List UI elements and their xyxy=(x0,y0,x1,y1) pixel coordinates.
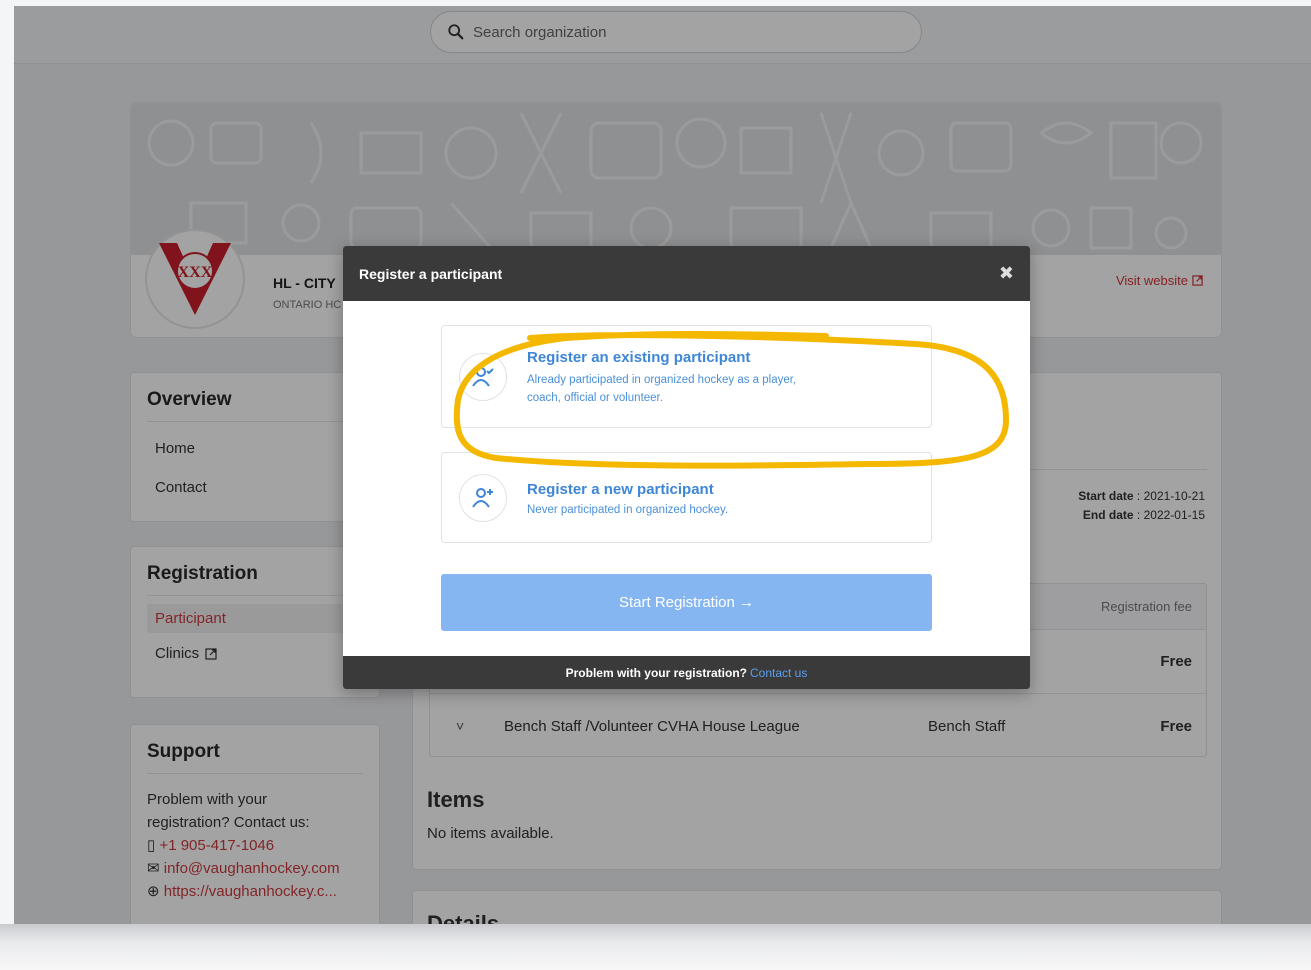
option-existing-participant[interactable]: Register an existing participant Already… xyxy=(441,325,932,428)
person-check-icon xyxy=(459,353,507,401)
start-registration-button[interactable]: Start Registration → xyxy=(441,574,932,631)
option-new-desc: Never participated in organized hockey. xyxy=(527,504,729,516)
modal-header: Register a participant ✖ xyxy=(343,246,1030,301)
option-existing-desc-line2: coach, official or volunteer. xyxy=(527,392,663,404)
modal-footer: Problem with your registration? Contact … xyxy=(343,656,1030,689)
contact-us-link[interactable]: Contact us xyxy=(750,666,807,680)
close-icon[interactable]: ✖ xyxy=(999,263,1014,284)
person-add-icon xyxy=(459,474,507,522)
option-existing-desc-line1: Already participated in organized hockey… xyxy=(527,374,797,386)
option-new-title: Register a new participant xyxy=(527,481,714,498)
bottom-shadow-band xyxy=(0,924,1311,970)
register-participant-modal: Register a participant ✖ Register an exi… xyxy=(343,246,1030,689)
modal-title: Register a participant xyxy=(359,265,503,282)
modal-footer-text: Problem with your registration? xyxy=(565,665,747,680)
option-new-participant[interactable]: Register a new participant Never partici… xyxy=(441,452,932,543)
option-existing-desc: Already participated in organized hockey… xyxy=(527,371,867,407)
screenshot-frame: XXX HL - CITY ONTARIO HC Visit website O… xyxy=(14,6,1311,924)
option-existing-title: Register an existing participant xyxy=(527,349,751,366)
